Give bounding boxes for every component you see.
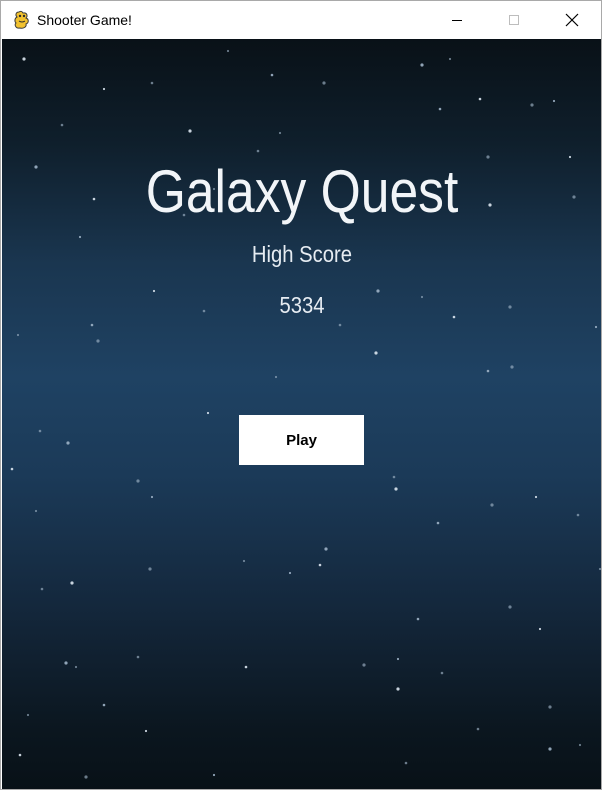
- star: [74, 665, 78, 669]
- maximize-icon: [509, 15, 519, 25]
- star: [598, 567, 601, 571]
- star: [34, 509, 38, 513]
- star: [226, 49, 230, 53]
- star: [508, 605, 512, 609]
- game-canvas[interactable]: Galaxy Quest High Score 5334 Play: [2, 39, 601, 789]
- star: [322, 81, 326, 85]
- star: [362, 663, 366, 667]
- star: [64, 661, 68, 665]
- star: [38, 429, 42, 433]
- star: [538, 627, 542, 631]
- star: [150, 495, 154, 499]
- star: [270, 73, 274, 77]
- star: [144, 729, 148, 733]
- close-button[interactable]: [543, 1, 601, 39]
- star: [318, 563, 322, 567]
- star: [256, 149, 260, 153]
- star: [102, 87, 106, 91]
- star: [96, 339, 100, 343]
- maximize-button[interactable]: [485, 1, 543, 39]
- star: [490, 503, 494, 507]
- star: [26, 713, 30, 717]
- star: [552, 99, 556, 103]
- star: [324, 547, 328, 551]
- star: [78, 235, 82, 239]
- star: [90, 323, 94, 327]
- star: [374, 351, 378, 355]
- star: [396, 687, 400, 691]
- high-score-value: 5334: [279, 292, 325, 318]
- star: [404, 761, 408, 765]
- star: [40, 587, 44, 591]
- star: [60, 123, 64, 127]
- high-score-label: High Score: [251, 241, 353, 267]
- star: [84, 775, 88, 779]
- star: [394, 487, 398, 491]
- star: [534, 495, 538, 499]
- star: [436, 521, 440, 525]
- star: [212, 773, 216, 777]
- close-icon: [565, 13, 579, 27]
- star: [578, 743, 582, 747]
- star: [486, 369, 490, 373]
- star: [136, 655, 140, 659]
- star: [148, 567, 152, 571]
- star: [572, 195, 576, 199]
- star: [476, 727, 480, 731]
- star: [416, 617, 420, 621]
- star: [18, 753, 22, 757]
- star: [288, 571, 292, 575]
- star: [274, 375, 278, 379]
- star: [34, 165, 38, 169]
- game-window: Shooter Game! Galaxy Quest High Score 53…: [0, 0, 602, 790]
- window-title: Shooter Game!: [37, 12, 132, 28]
- star: [206, 411, 210, 415]
- star: [22, 57, 26, 61]
- star: [478, 97, 482, 101]
- star: [136, 479, 140, 483]
- star: [278, 131, 282, 135]
- star: [10, 467, 14, 471]
- star: [392, 475, 396, 479]
- star: [420, 63, 424, 67]
- minimize-icon: [452, 20, 462, 21]
- star: [594, 325, 598, 329]
- star: [440, 671, 444, 675]
- star: [510, 365, 514, 369]
- star: [448, 57, 452, 61]
- star: [338, 323, 342, 327]
- minimize-button[interactable]: [428, 1, 486, 39]
- star: [548, 705, 552, 709]
- star: [242, 559, 246, 563]
- star: [530, 103, 534, 107]
- title-bar[interactable]: Shooter Game!: [1, 1, 601, 39]
- star: [16, 333, 20, 337]
- star: [438, 107, 442, 111]
- star: [188, 129, 192, 133]
- star: [244, 665, 248, 669]
- star: [150, 81, 154, 85]
- star: [548, 747, 552, 751]
- star: [70, 581, 74, 585]
- star: [66, 441, 70, 445]
- star: [568, 155, 572, 159]
- star: [576, 513, 580, 517]
- game-title: Galaxy Quest: [145, 158, 459, 225]
- play-button[interactable]: Play: [239, 415, 364, 465]
- star: [396, 657, 400, 661]
- pygame-snake-icon: [14, 10, 29, 29]
- star: [102, 703, 106, 707]
